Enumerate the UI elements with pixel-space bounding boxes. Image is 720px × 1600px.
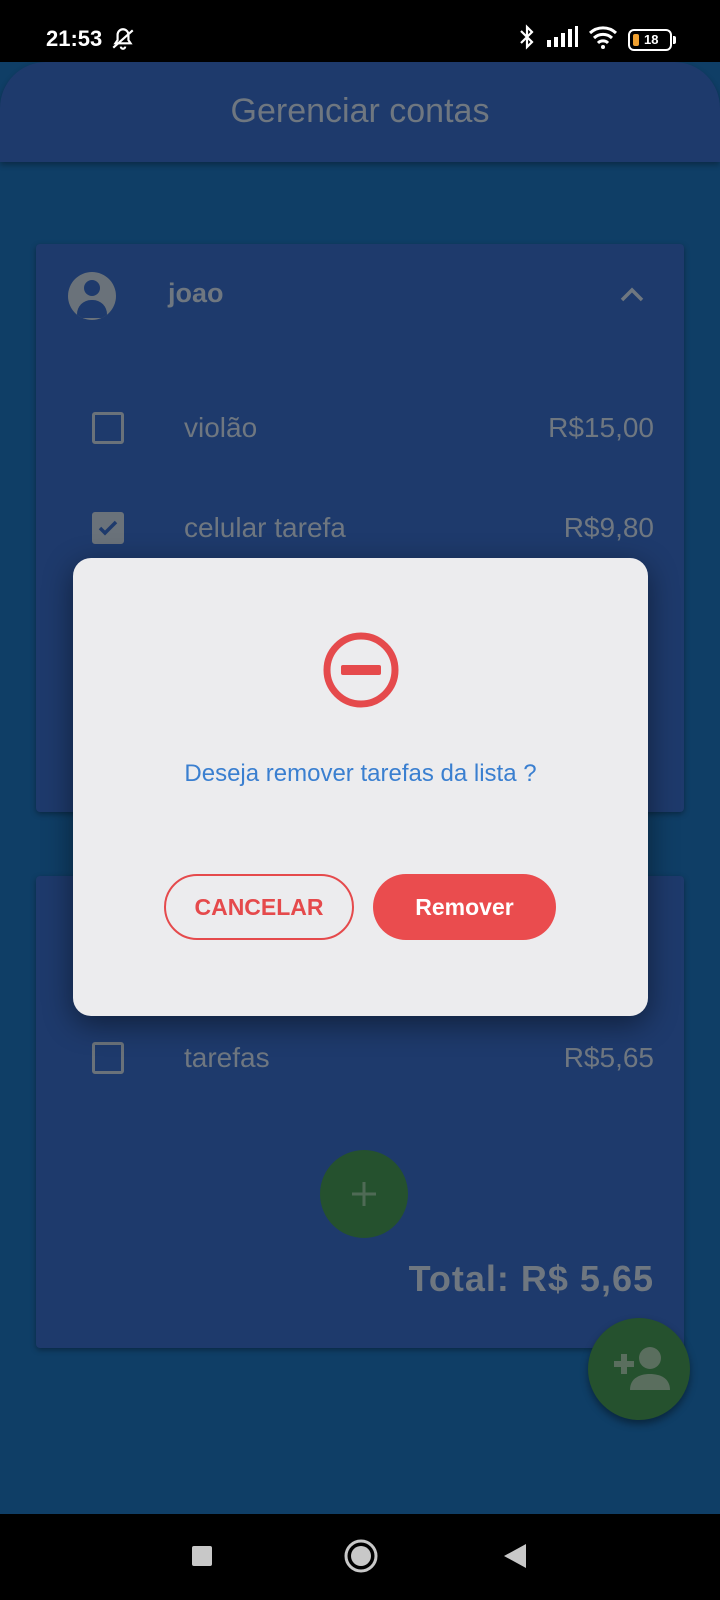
back-icon[interactable] <box>502 1542 528 1575</box>
dialog-message: Deseja remover tarefas da lista ? <box>184 760 537 787</box>
signal-icon <box>546 26 578 53</box>
item-checkbox[interactable] <box>92 1042 124 1074</box>
item-price: R$15,00 <box>548 412 654 443</box>
account-name[interactable]: joao <box>168 278 224 309</box>
item-label: celular tarefa <box>184 512 346 543</box>
list-item: violão R$15,00 <box>36 398 684 458</box>
item-label: tarefas <box>184 1042 270 1073</box>
item-price: R$5,65 <box>563 1042 654 1073</box>
item-price: R$9,80 <box>563 512 654 543</box>
account-total: Total: R$ 5,65 <box>408 1258 654 1299</box>
add-item-button[interactable] <box>320 1150 408 1238</box>
plus-icon <box>352 1182 376 1206</box>
list-item: celular tarefa R$9,80 <box>36 498 684 558</box>
home-icon[interactable] <box>343 1538 379 1579</box>
page-title: Gerenciar contas <box>230 92 490 130</box>
list-item: tarefas R$5,65 <box>36 1028 684 1088</box>
item-checkbox[interactable] <box>92 512 124 544</box>
screen: 21:53 18 Gerenciar contas joao violão R$… <box>0 0 720 1600</box>
item-checkbox[interactable] <box>92 412 124 444</box>
status-time: 21:53 <box>46 26 103 51</box>
cancel-button[interactable]: CANCELAR <box>164 874 354 940</box>
status-icons: 18 <box>518 24 676 55</box>
account-circle-icon <box>68 272 116 320</box>
remove-circle-icon <box>321 630 401 715</box>
wifi-icon <box>588 25 618 54</box>
recents-icon[interactable] <box>190 1544 214 1573</box>
add-account-button[interactable] <box>588 1318 690 1420</box>
status-bar: 21:53 18 <box>0 0 720 62</box>
chevron-up-icon[interactable] <box>618 284 646 309</box>
app-bar: Gerenciar contas <box>0 62 720 162</box>
person-add-icon <box>614 1347 670 1390</box>
bell-off-icon <box>110 26 136 57</box>
item-label: violão <box>184 412 258 443</box>
battery-level: 18 <box>644 31 659 47</box>
battery-icon: 18 <box>628 28 676 51</box>
navigation-bar <box>0 1514 720 1600</box>
bluetooth-icon <box>518 24 536 55</box>
remove-dialog: Deseja remover tarefas da lista ? CANCEL… <box>73 558 648 1016</box>
remove-button[interactable]: Remover <box>373 874 556 940</box>
